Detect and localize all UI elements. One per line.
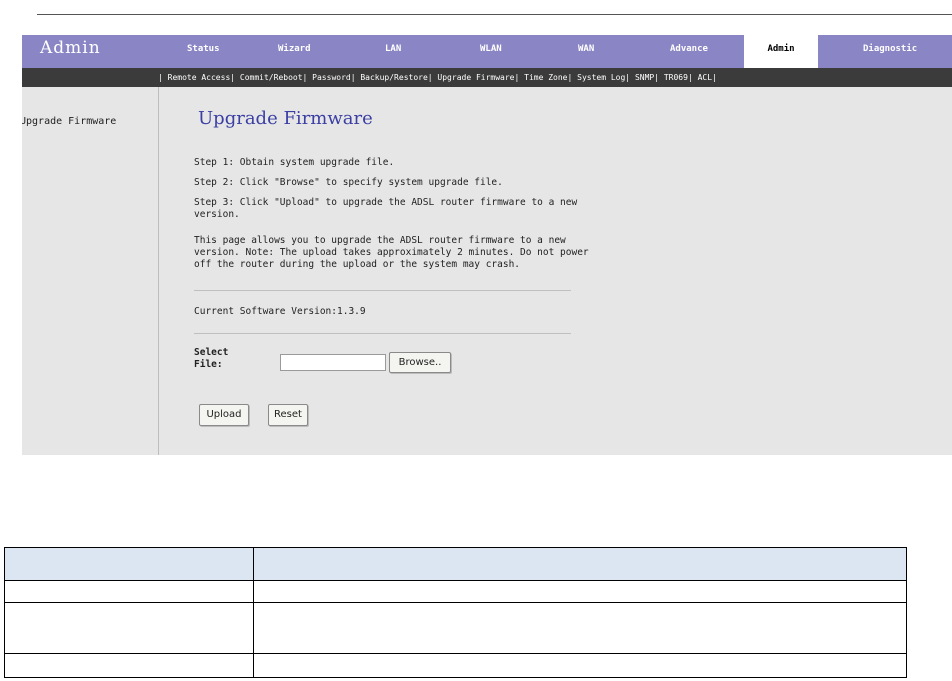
sub-nav-bar: | Remote Access| Commit/Reboot| Password… [22, 68, 952, 87]
sidebar-divider [158, 87, 159, 455]
divider-top [194, 290, 571, 291]
table-cell [253, 547, 907, 581]
table-cell [4, 653, 254, 678]
step-2-text: Step 2: Click "Browse" to specify system… [194, 177, 503, 188]
tab-wlan[interactable]: WLAN [480, 35, 502, 68]
sidebar-item-upgrade-firmware[interactable]: Upgrade Firmware [22, 116, 116, 127]
subnav-commit-reboot[interactable]: Commit/Reboot [240, 73, 303, 82]
tab-status[interactable]: Status [187, 35, 220, 68]
table-cell [4, 580, 254, 603]
version-value: 1.3.9 [337, 306, 366, 317]
upload-button[interactable]: Upload [199, 404, 249, 426]
top-rule [37, 14, 952, 15]
tab-wizard[interactable]: Wizard [278, 35, 311, 68]
table-cell [253, 580, 907, 603]
table-row [4, 580, 907, 603]
subnav-snmp[interactable]: SNMP [635, 73, 654, 82]
page-title: Upgrade Firmware [198, 108, 373, 129]
table-cell [253, 602, 907, 654]
upgrade-note-text: This page allows you to upgrade the ADSL… [194, 235, 589, 270]
table-row [4, 653, 907, 678]
step-3-text: Step 3: Click "Upload" to upgrade the AD… [194, 197, 578, 220]
router-admin-screenshot: Admin Status Wizard LAN WLAN WAN Advance… [22, 35, 952, 455]
subnav-acl[interactable]: ACL [698, 73, 712, 82]
step-1-text: Step 1: Obtain system upgrade file. [194, 157, 395, 168]
subnav-tr069[interactable]: TR069 [664, 73, 688, 82]
tab-lan[interactable]: LAN [385, 35, 401, 68]
table-cell [4, 602, 254, 654]
subnav-time-zone[interactable]: Time Zone [524, 73, 567, 82]
top-nav-bar: Admin Status Wizard LAN WLAN WAN Advance… [22, 35, 952, 68]
table-header-row [4, 547, 907, 581]
table-cell [253, 653, 907, 678]
subnav-remote-access[interactable]: Remote Access [168, 73, 231, 82]
divider-bottom [194, 333, 571, 334]
tab-advance[interactable]: Advance [670, 35, 708, 68]
subnav-upgrade-firmware[interactable]: Upgrade Firmware [437, 73, 514, 82]
table-cell [4, 547, 254, 581]
subnav-password[interactable]: Password [312, 73, 351, 82]
sub-nav-list: | Remote Access| Commit/Reboot| Password… [158, 73, 717, 82]
browse-button[interactable]: Browse.. [389, 352, 451, 373]
parameter-table [4, 547, 907, 678]
reset-button[interactable]: Reset [268, 404, 308, 426]
current-version: Current Software Version:1.3.9 [194, 306, 366, 317]
file-path-input[interactable] [280, 354, 386, 371]
subnav-system-log[interactable]: System Log [577, 73, 625, 82]
table-row [4, 602, 907, 654]
tab-diagnostic[interactable]: Diagnostic [863, 35, 917, 68]
tab-admin[interactable]: Admin [744, 35, 818, 68]
tab-wan[interactable]: WAN [578, 35, 594, 68]
version-label: Current Software Version: [194, 306, 337, 317]
select-file-label: Select File: [194, 347, 229, 370]
subnav-backup-restore[interactable]: Backup/Restore [360, 73, 427, 82]
nav-brand: Admin [40, 38, 101, 58]
